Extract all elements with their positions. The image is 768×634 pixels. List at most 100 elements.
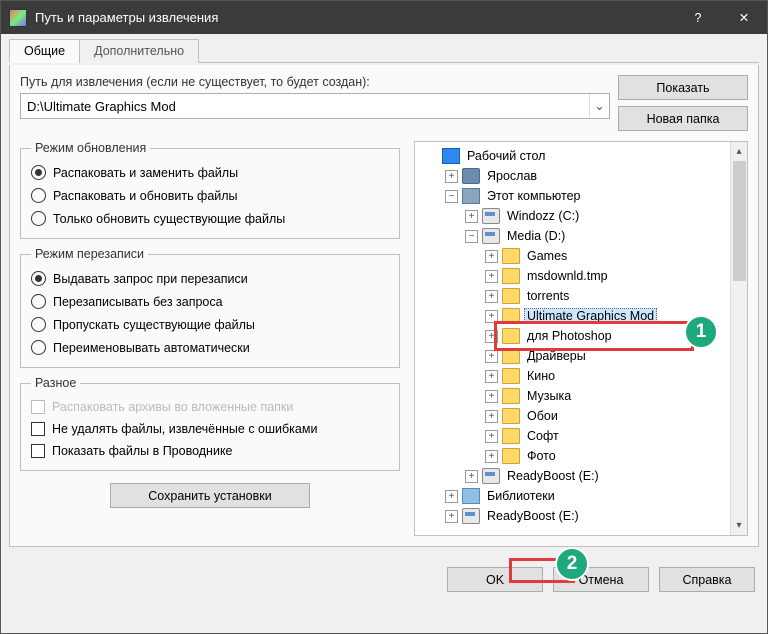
expand-icon[interactable]: + xyxy=(485,270,498,283)
tree-node[interactable]: + для Photoshop xyxy=(417,326,728,346)
tree-node-label[interactable]: Games xyxy=(524,249,570,263)
radio-overwrite-ask[interactable] xyxy=(31,271,46,286)
tree-node[interactable]: + Музыка xyxy=(417,386,728,406)
collapse-icon[interactable]: − xyxy=(445,190,458,203)
tree-node-label[interactable]: Кино xyxy=(524,369,558,383)
tree-node-label[interactable]: ReadyBoost (E:) xyxy=(504,469,602,483)
chevron-down-icon[interactable]: ⌄ xyxy=(589,94,609,118)
tree-node-label[interactable]: Этот компьютер xyxy=(484,189,583,203)
no-expand xyxy=(425,150,438,163)
path-label: Путь для извлечения (если не существует,… xyxy=(20,75,610,89)
tree-node-label[interactable]: Фото xyxy=(524,449,559,463)
expand-icon[interactable]: + xyxy=(445,490,458,503)
tree-node[interactable]: + Драйверы xyxy=(417,346,728,366)
folder-tree[interactable]: Рабочий стол + Ярослав − Этот компьютер + Wind… xyxy=(415,142,730,535)
tree-node[interactable]: + Ultimate Graphics Mod xyxy=(417,306,728,326)
help-button[interactable]: ? xyxy=(675,1,721,34)
dialog-window: Путь и параметры извлечения ? ✕ Общие До… xyxy=(0,0,768,634)
expand-icon[interactable]: + xyxy=(485,450,498,463)
tree-node[interactable]: + Windozz (C:) xyxy=(417,206,728,226)
expand-icon[interactable]: + xyxy=(485,350,498,363)
overwrite-mode-group: Режим перезаписи Выдавать запрос при пер… xyxy=(20,247,400,368)
folder-icon xyxy=(502,288,520,304)
tree-node-label[interactable]: Ultimate Graphics Mod xyxy=(524,308,657,324)
expand-icon[interactable]: + xyxy=(485,290,498,303)
expand-icon[interactable]: + xyxy=(485,410,498,423)
expand-icon[interactable]: + xyxy=(465,210,478,223)
tree-node-label[interactable]: Библиотеки xyxy=(484,489,558,503)
radio-update-existing[interactable] xyxy=(31,211,46,226)
folder-icon xyxy=(502,248,520,264)
tree-node[interactable]: + Обои xyxy=(417,406,728,426)
show-button[interactable]: Показать xyxy=(618,75,748,100)
tree-node-label[interactable]: Media (D:) xyxy=(504,229,568,243)
annotation-badge-1: 1 xyxy=(684,315,718,349)
tree-node-label[interactable]: Ярослав xyxy=(484,169,540,183)
tree-node[interactable]: + ReadyBoost (E:) xyxy=(417,506,728,526)
tab-general[interactable]: Общие xyxy=(9,39,80,63)
expand-icon[interactable]: + xyxy=(485,310,498,323)
tree-node-label[interactable]: Драйверы xyxy=(524,349,589,363)
tree-node[interactable]: + torrents xyxy=(417,286,728,306)
scroll-up-icon[interactable]: ▴ xyxy=(732,144,747,159)
new-folder-button[interactable]: Новая папка xyxy=(618,106,748,131)
radio-update-refresh[interactable] xyxy=(31,188,46,203)
tab-advanced[interactable]: Дополнительно xyxy=(79,39,199,63)
tab-strip: Общие Дополнительно xyxy=(9,38,759,63)
tree-node-label[interactable]: msdownld.tmp xyxy=(524,269,611,283)
tree-node-label[interactable]: torrents xyxy=(524,289,572,303)
expand-icon[interactable]: + xyxy=(485,330,498,343)
folder-icon xyxy=(502,448,520,464)
radio-overwrite-skip[interactable] xyxy=(31,317,46,332)
vertical-scrollbar[interactable]: ▴ ▾ xyxy=(730,142,747,535)
expand-icon[interactable]: + xyxy=(465,470,478,483)
update-mode-group: Режим обновления Распаковать и заменить … xyxy=(20,141,400,239)
folder-icon xyxy=(502,328,520,344)
tree-node[interactable]: + Фото xyxy=(417,446,728,466)
window-title: Путь и параметры извлечения xyxy=(35,10,675,25)
tree-node-label[interactable]: Музыка xyxy=(524,389,574,403)
path-combobox[interactable]: ⌄ xyxy=(20,93,610,119)
expand-icon[interactable]: + xyxy=(485,430,498,443)
expand-icon[interactable]: + xyxy=(445,170,458,183)
tree-node[interactable]: + Кино xyxy=(417,366,728,386)
expand-icon[interactable]: + xyxy=(485,250,498,263)
chk-show-explorer[interactable] xyxy=(31,444,45,458)
close-button[interactable]: ✕ xyxy=(721,1,767,34)
tree-node[interactable]: + Софт xyxy=(417,426,728,446)
radio-update-replace[interactable] xyxy=(31,165,46,180)
tree-node[interactable]: + Games xyxy=(417,246,728,266)
tree-node[interactable]: + ReadyBoost (E:) xyxy=(417,466,728,486)
tree-node[interactable]: Рабочий стол xyxy=(417,146,728,166)
path-input[interactable] xyxy=(21,99,589,114)
tree-node-label[interactable]: Обои xyxy=(524,409,561,423)
tree-node[interactable]: − Media (D:) xyxy=(417,226,728,246)
drive-icon xyxy=(482,468,500,484)
chk-keep-broken[interactable] xyxy=(31,422,45,436)
expand-icon[interactable]: + xyxy=(485,370,498,383)
misc-legend: Разное xyxy=(31,376,80,390)
expand-icon[interactable]: + xyxy=(445,510,458,523)
tree-node-label[interactable]: Рабочий стол xyxy=(464,149,548,163)
tree-node-label[interactable]: для Photoshop xyxy=(524,329,615,343)
tree-node-label[interactable]: Софт xyxy=(524,429,562,443)
save-settings-button[interactable]: Сохранить установки xyxy=(110,483,310,508)
collapse-icon[interactable]: − xyxy=(465,230,478,243)
scroll-down-icon[interactable]: ▾ xyxy=(732,518,747,533)
titlebar: Путь и параметры извлечения ? ✕ xyxy=(1,1,767,34)
expand-icon[interactable]: + xyxy=(485,390,498,403)
help-button-bottom[interactable]: Справка xyxy=(659,567,755,592)
ok-button[interactable]: OK xyxy=(447,567,543,592)
radio-overwrite-silent[interactable] xyxy=(31,294,46,309)
tree-node[interactable]: + Библиотеки xyxy=(417,486,728,506)
tree-node-label[interactable]: ReadyBoost (E:) xyxy=(484,509,582,523)
radio-overwrite-rename[interactable] xyxy=(31,340,46,355)
tree-node[interactable]: + Ярослав xyxy=(417,166,728,186)
tree-node[interactable]: + msdownld.tmp xyxy=(417,266,728,286)
pc-icon xyxy=(462,188,480,204)
scroll-thumb[interactable] xyxy=(733,161,746,281)
chk-nested xyxy=(31,400,45,414)
tree-node[interactable]: − Этот компьютер xyxy=(417,186,728,206)
tree-node-label[interactable]: Windozz (C:) xyxy=(504,209,582,223)
dialog-buttons: 2 OK Отмена Справка xyxy=(1,555,767,602)
